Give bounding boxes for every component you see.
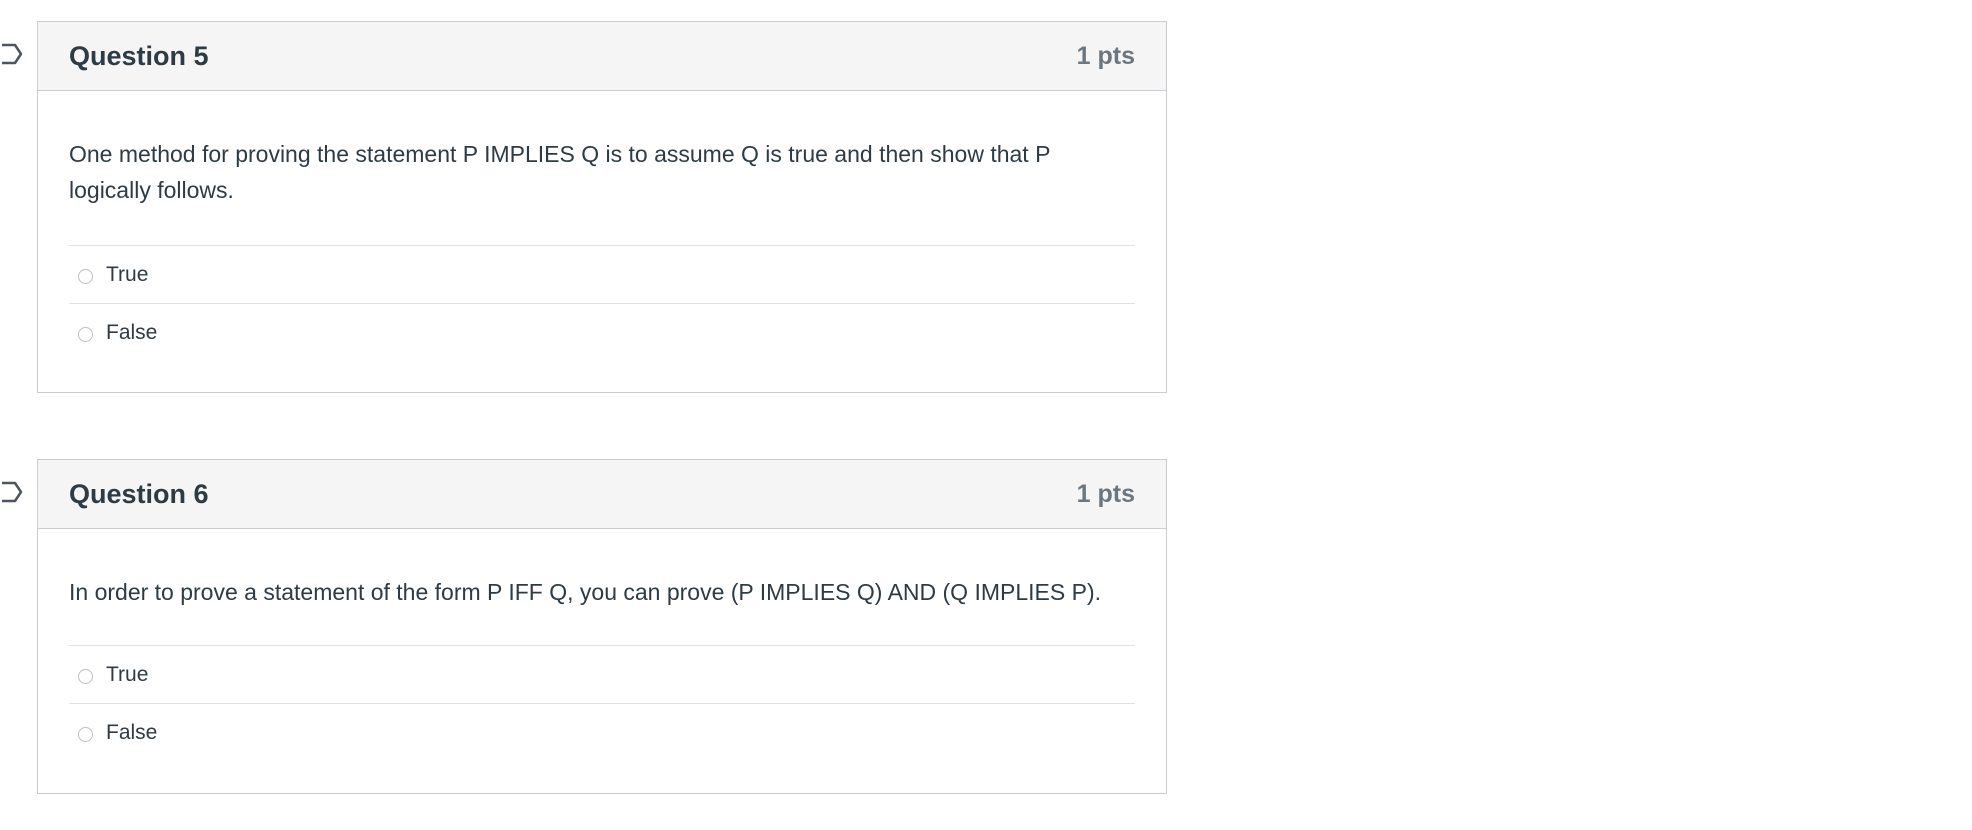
answer-label[interactable]: False [106,721,157,745]
answer-option-false[interactable]: False [69,304,1135,361]
question-text: In order to prove a statement of the for… [69,579,1101,605]
question-body: In order to prove a statement of the for… [38,529,1166,761]
radio-button-icon[interactable] [78,326,93,342]
question-title: Question 5 [69,41,209,71]
question-body: One method for proving the statement P I… [38,91,1166,361]
question-points: 1 pts [1076,42,1135,70]
flag-question-icon[interactable] [1,42,23,66]
flag-question-icon[interactable] [1,480,23,504]
answer-option-false[interactable]: False [69,704,1135,761]
answer-list: True False [69,645,1135,761]
answer-label[interactable]: True [106,263,148,287]
question-header: Question 5 1 pts [38,22,1166,91]
answer-list: True False [69,245,1135,361]
radio-button-icon[interactable] [78,668,93,684]
answer-option-true[interactable]: True [69,646,1135,704]
question-title: Question 6 [69,479,209,509]
radio-button-icon[interactable] [78,268,93,284]
answer-label[interactable]: True [106,663,148,687]
answer-label[interactable]: False [106,321,157,345]
question-points: 1 pts [1076,480,1135,508]
question-header: Question 6 1 pts [38,460,1166,529]
question-5: Question 5 1 pts One method for proving … [2,21,1167,393]
answer-option-true[interactable]: True [69,246,1135,304]
radio-button-icon[interactable] [78,726,93,742]
question-6: Question 6 1 pts In order to prove a sta… [2,459,1167,794]
question-text: One method for proving the statement P I… [69,141,1050,203]
